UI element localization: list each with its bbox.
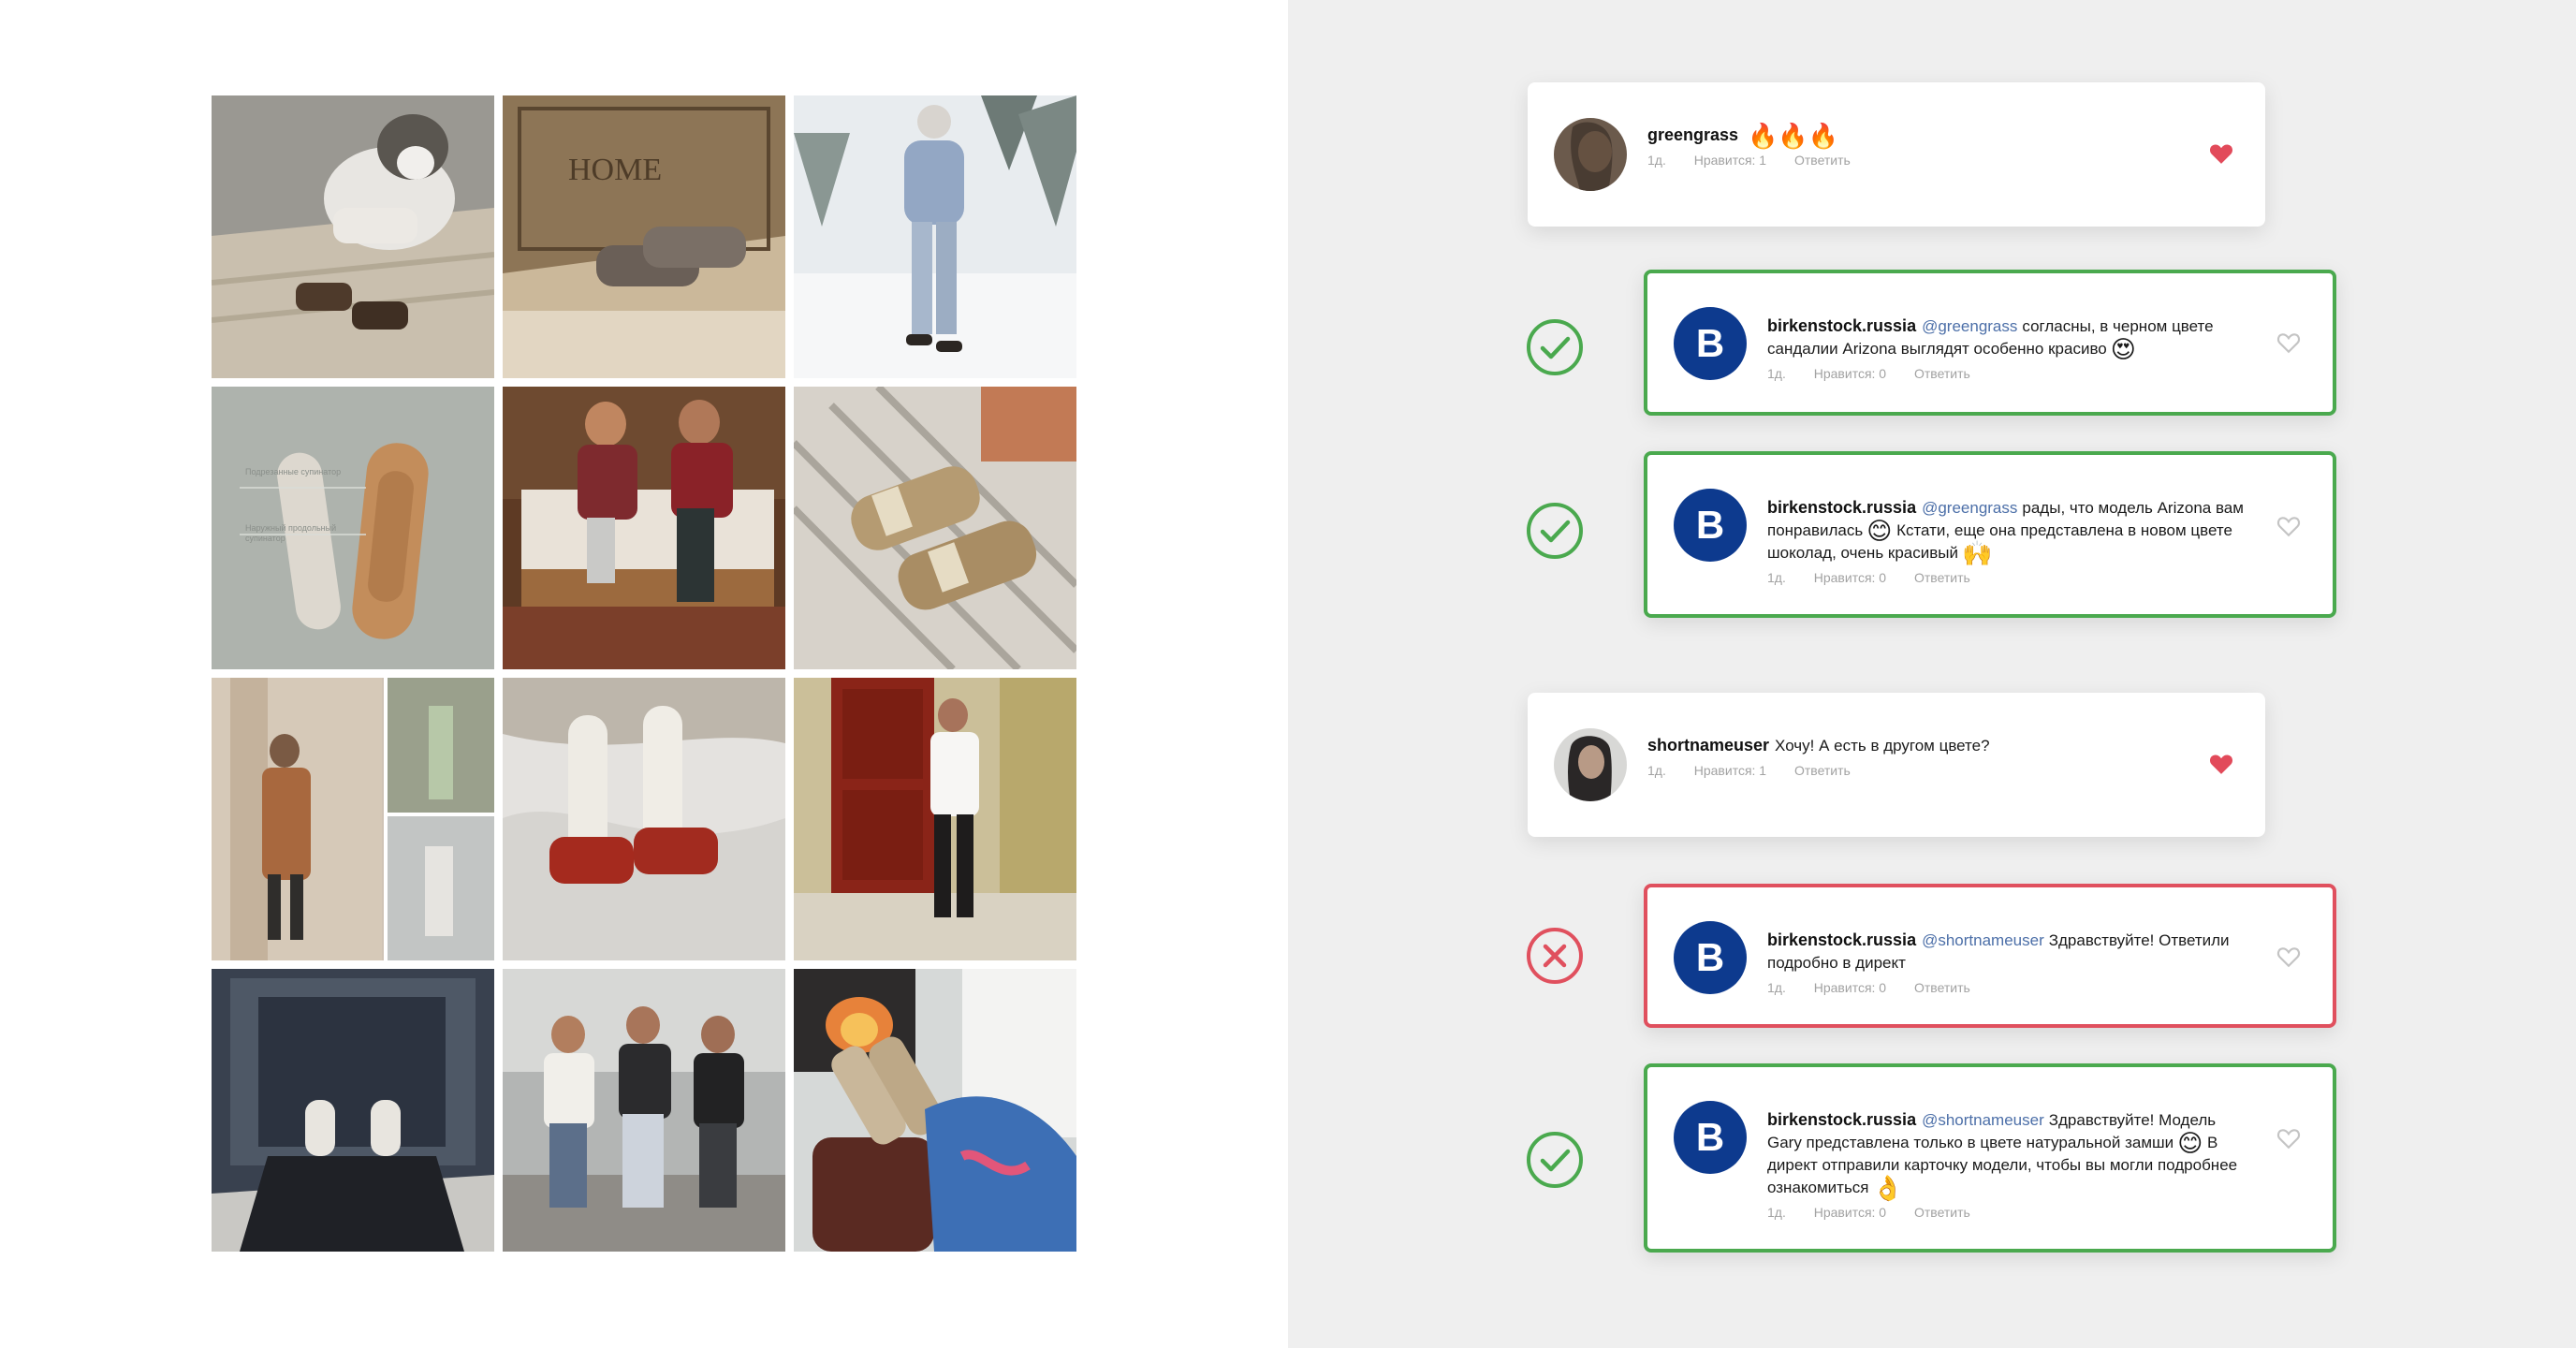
husky-with-sandals-photo[interactable] [212, 95, 494, 378]
sandal-sole-closeup-photo[interactable]: Подрезанные супинатор Наружный продольны… [212, 387, 494, 669]
comment-body: shortnameuser Хочу! А есть в другом цвете… [1647, 734, 2181, 778]
three-friends-sitting-photo[interactable] [503, 969, 785, 1252]
user-mention[interactable]: @greengrass [1922, 499, 2017, 517]
metallic-sandals-on-rug-photo[interactable] [794, 387, 1076, 669]
comment-text: birkenstock.russia @shortnameuser Здравств… [1767, 1108, 2248, 1202]
comment-username[interactable]: birkenstock.russia [1767, 498, 1916, 517]
comment-time: 1д. [1647, 153, 1666, 168]
user-mention[interactable]: @greengrass [1922, 317, 2017, 335]
brand-avatar[interactable]: B [1674, 921, 1747, 994]
smile-emoji-icon: 😊 [1866, 517, 1893, 545]
woman-in-snow-photo[interactable] [794, 95, 1076, 378]
comment-meta: 1д. Нравится: 0 Ответить [1767, 570, 2248, 585]
smile-emoji-icon: 😊 [2177, 1129, 2203, 1157]
heart-filled-icon[interactable] [2209, 142, 2233, 165]
comment-body: birkenstock.russia @shortnameuser Здравств… [1767, 929, 2248, 995]
comment-text: birkenstock.russia @greengrass согласны, в… [1767, 315, 2248, 363]
comment-meta: 1д. Нравится: 1 Ответить [1647, 763, 2181, 778]
feet-on-stone-photo[interactable] [212, 969, 494, 1252]
approved-check-icon [1526, 318, 1584, 376]
feet-by-fireplace-photo[interactable] [794, 969, 1076, 1252]
rejected-x-icon [1526, 927, 1584, 985]
comment-meta: 1д. Нравится: 0 Ответить [1767, 980, 2248, 995]
comment-likes-count[interactable]: Нравится: 0 [1814, 570, 1886, 585]
comment-time: 1д. [1767, 1205, 1786, 1220]
comment-username[interactable]: birkenstock.russia [1767, 1110, 1916, 1129]
comment-likes-count[interactable]: Нравится: 1 [1694, 763, 1766, 778]
comment-text: birkenstock.russia @greengrass рады, что м… [1767, 496, 2248, 567]
photo-gallery-panel: HOME Подрезанные супинатор Наружный прод… [0, 0, 1288, 1348]
raised-hands-emoji-icon: 🙌 [1962, 539, 1993, 567]
comment-card-greengrass: greengrass 🔥🔥🔥 1д. Нравится: 1 Ответить [1528, 82, 2265, 227]
brand-avatar[interactable]: B [1674, 1101, 1747, 1174]
reply-link[interactable]: Ответить [1914, 1205, 1970, 1220]
svg-text:HOME: HOME [568, 153, 662, 187]
comment-body: birkenstock.russia @greengrass согласны, в… [1767, 315, 2248, 381]
comment-text: birkenstock.russia @shortnameuser Здравств… [1767, 929, 2248, 974]
reply-link[interactable]: Ответить [1914, 980, 1970, 995]
comment-time: 1д. [1767, 366, 1786, 381]
comment-likes-count[interactable]: Нравится: 0 [1814, 1205, 1886, 1220]
comment-likes-count[interactable]: Нравится: 0 [1814, 980, 1886, 995]
brand-reply-card-3: B birkenstock.russia @shortnameuser Здравс… [1644, 884, 2336, 1028]
comment-body: birkenstock.russia @shortnameuser Здравств… [1767, 1108, 2248, 1220]
comment-time: 1д. [1767, 570, 1786, 585]
brand-avatar[interactable]: B [1674, 489, 1747, 562]
couple-on-bed-photo[interactable] [503, 387, 785, 669]
comment-username[interactable]: birkenstock.russia [1767, 316, 1916, 335]
comment-meta: 1д. Нравится: 0 Ответить [1767, 366, 2248, 381]
brand-avatar[interactable]: B [1674, 307, 1747, 380]
comment-card-shortnameuser: shortnameuser Хочу! А есть в другом цвете… [1528, 693, 2265, 837]
comment-text: greengrass 🔥🔥🔥 [1647, 122, 2181, 150]
comment-meta: 1д. Нравится: 0 Ответить [1767, 1205, 2248, 1220]
approved-check-icon [1526, 502, 1584, 560]
comment-likes-count[interactable]: Нравится: 1 [1694, 153, 1766, 168]
reply-link[interactable]: Ответить [1914, 366, 1970, 381]
sandals-on-home-mat-photo[interactable]: HOME [503, 95, 785, 378]
instagram-photo-grid: HOME Подрезанные супинатор Наружный прод… [212, 95, 1076, 1252]
brand-reply-card-2: B birkenstock.russia @greengrass рады, что… [1644, 451, 2336, 618]
comment-time: 1д. [1647, 763, 1666, 778]
reply-link[interactable]: Ответить [1914, 570, 1970, 585]
user-avatar-shortnameuser[interactable] [1554, 728, 1627, 801]
comment-body: greengrass 🔥🔥🔥 1д. Нравится: 1 Ответить [1647, 124, 2181, 168]
brand-reply-card-1: B birkenstock.russia @greengrass согласны,… [1644, 270, 2336, 416]
comment-message: Хочу! А есть в другом цвете? [1775, 737, 1990, 755]
user-mention[interactable]: @shortnameuser [1922, 1111, 2044, 1129]
heart-outline-icon[interactable] [2276, 515, 2301, 537]
comment-username[interactable]: birkenstock.russia [1767, 930, 1916, 949]
man-at-red-door-photo[interactable] [794, 678, 1076, 960]
user-mention[interactable]: @shortnameuser [1922, 931, 2044, 949]
user-avatar-greengrass[interactable] [1554, 118, 1627, 191]
approved-check-icon [1526, 1131, 1584, 1189]
comment-text: shortnameuser Хочу! А есть в другом цвете… [1647, 734, 2181, 757]
comment-username[interactable]: greengrass [1647, 125, 1738, 144]
sole-caption-top: Подрезанные супинатор [245, 467, 342, 476]
heart-outline-icon[interactable] [2276, 945, 2301, 968]
comment-body: birkenstock.russia @greengrass рады, что м… [1767, 496, 2248, 585]
heart-filled-icon[interactable] [2209, 753, 2233, 775]
reply-link[interactable]: Ответить [1794, 763, 1851, 778]
street-style-collage-photo[interactable] [212, 678, 494, 960]
comment-meta: 1д. Нравится: 1 Ответить [1647, 153, 2181, 168]
comment-username[interactable]: shortnameuser [1647, 736, 1769, 755]
brand-reply-card-4: B birkenstock.russia @shortnameuser Здравс… [1644, 1063, 2336, 1253]
heart-eyes-emoji-icon: 😍 [2110, 335, 2136, 363]
comment-likes-count[interactable]: Нравится: 0 [1814, 366, 1886, 381]
ok-hand-emoji-icon: 👌 [1872, 1174, 1903, 1202]
fire-emoji-icon: 🔥🔥🔥 [1748, 122, 1839, 150]
red-sandals-with-socks-photo[interactable] [503, 678, 785, 960]
heart-outline-icon[interactable] [2276, 331, 2301, 354]
sole-caption-bottom: Наружный продольный супинатор [245, 523, 337, 543]
comment-time: 1д. [1767, 980, 1786, 995]
heart-outline-icon[interactable] [2276, 1127, 2301, 1150]
reply-link[interactable]: Ответить [1794, 153, 1851, 168]
